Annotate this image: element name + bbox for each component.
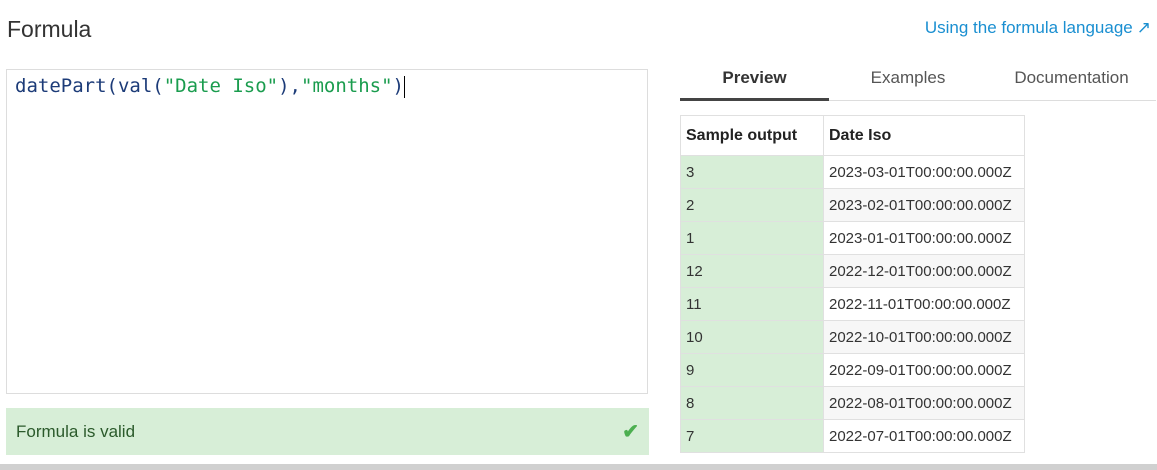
table-row: 8 2022-08-01T00:00:00.000Z bbox=[680, 386, 1025, 420]
external-link-icon: ↗ bbox=[1136, 18, 1151, 37]
formula-editor[interactable]: datePart(val("Date Iso"),"months") bbox=[6, 69, 648, 394]
status-text: Formula is valid bbox=[16, 421, 136, 441]
check-icon: ✔ bbox=[622, 421, 639, 443]
table-row: 2 2023-02-01T00:00:00.000Z bbox=[680, 188, 1025, 222]
date-iso-cell: 2022-07-01T00:00:00.000Z bbox=[823, 419, 1025, 453]
tab-bar: Preview Examples Documentation bbox=[680, 58, 1156, 101]
bottom-divider bbox=[0, 464, 1157, 470]
table-row: 11 2022-11-01T00:00:00.000Z bbox=[680, 287, 1025, 321]
sample-output-cell: 12 bbox=[680, 254, 824, 288]
date-iso-cell: 2022-11-01T00:00:00.000Z bbox=[823, 287, 1025, 321]
date-iso-cell: 2022-09-01T00:00:00.000Z bbox=[823, 353, 1025, 387]
sample-output-cell: 11 bbox=[680, 287, 824, 321]
tab-documentation[interactable]: Documentation bbox=[987, 58, 1156, 98]
code-punct: ) bbox=[392, 75, 404, 97]
sample-output-cell: 2 bbox=[680, 188, 824, 222]
date-iso-cell: 2022-08-01T00:00:00.000Z bbox=[823, 386, 1025, 420]
table-row: 7 2022-07-01T00:00:00.000Z bbox=[680, 419, 1025, 453]
table-row: 3 2023-03-01T00:00:00.000Z bbox=[680, 155, 1025, 189]
sample-output-cell: 9 bbox=[680, 353, 824, 387]
formula-help-link[interactable]: Using the formula language ↗ bbox=[925, 18, 1151, 38]
sample-output-cell: 3 bbox=[680, 155, 824, 189]
help-link-label: Using the formula language bbox=[924, 18, 1133, 37]
date-iso-cell: 2022-10-01T00:00:00.000Z bbox=[823, 320, 1025, 354]
date-iso-cell: 2023-01-01T00:00:00.000Z bbox=[823, 221, 1025, 255]
column-header: Sample output bbox=[680, 115, 824, 156]
code-function: val( bbox=[117, 75, 164, 97]
date-iso-cell: 2022-12-01T00:00:00.000Z bbox=[823, 254, 1025, 288]
code-string: "months" bbox=[301, 75, 393, 97]
date-iso-cell: 2023-03-01T00:00:00.000Z bbox=[823, 155, 1025, 189]
table-row: 9 2022-09-01T00:00:00.000Z bbox=[680, 353, 1025, 387]
code-punct: ), bbox=[278, 75, 301, 97]
page-title: Formula bbox=[7, 16, 92, 42]
table-row: 10 2022-10-01T00:00:00.000Z bbox=[680, 320, 1025, 354]
validation-status: Formula is valid ✔ bbox=[6, 408, 649, 455]
code-string: "Date Iso" bbox=[163, 75, 279, 97]
preview-table: Sample output Date Iso 3 2023-03-01T00:00:… bbox=[680, 115, 1025, 453]
sample-output-cell: 1 bbox=[680, 221, 824, 255]
code-function: datePart( bbox=[15, 75, 118, 97]
tab-preview[interactable]: Preview bbox=[680, 58, 829, 101]
text-cursor bbox=[403, 75, 405, 98]
column-header: Date Iso bbox=[823, 115, 1025, 156]
table-row: 1 2023-01-01T00:00:00.000Z bbox=[680, 221, 1025, 255]
sample-output-cell: 10 bbox=[680, 320, 824, 354]
date-iso-cell: 2023-02-01T00:00:00.000Z bbox=[823, 188, 1025, 222]
tab-examples[interactable]: Examples bbox=[829, 58, 987, 98]
sample-output-cell: 8 bbox=[680, 386, 824, 420]
sample-output-cell: 7 bbox=[680, 419, 824, 453]
table-row: 12 2022-12-01T00:00:00.000Z bbox=[680, 254, 1025, 288]
